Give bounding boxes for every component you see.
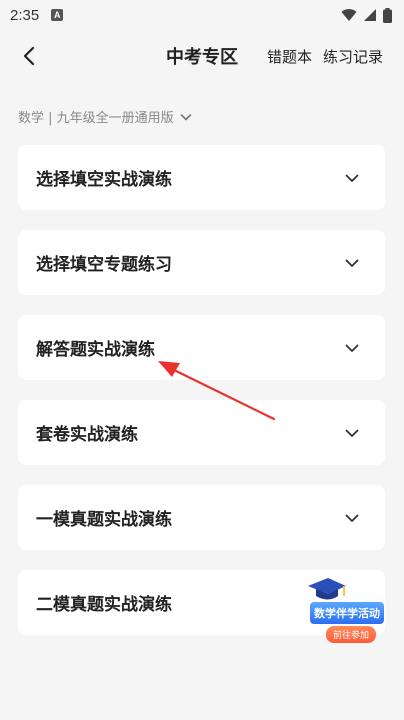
section-card-choice-fill-practice[interactable]: 选择填空实战演练 [18,145,385,210]
promo-join-button[interactable]: 前往参加 [326,626,377,643]
section-card-answer-questions[interactable]: 解答题实战演练 [18,315,385,380]
chevron-down-icon [345,429,359,437]
battery-icon [383,7,392,23]
subject-filter-dropdown[interactable]: 数学 | 九年级全一册通用版 [18,107,192,126]
signal-icon [364,9,376,21]
chevron-down-icon [180,113,191,120]
section-card-label: 一模真题实战演练 [36,510,172,530]
status-time: 2:35 [10,6,40,24]
notification-a-icon: A [51,9,64,21]
wifi-icon [341,9,357,21]
section-card-label: 选择填空专题练习 [36,255,172,275]
section-card-label: 解答题实战演练 [36,340,155,360]
promo-activity-badge[interactable]: 数学伴学活动 前往参加 [302,574,392,648]
subject-filter-label: 数学 | 九年级全一册通用版 [18,111,174,126]
status-left: 2:35 A [10,6,64,24]
chevron-down-icon [345,174,359,182]
section-card-first-mock[interactable]: 一模真题实战演练 [18,485,385,550]
section-card-full-paper[interactable]: 套卷实战演练 [18,400,385,465]
chevron-down-icon [345,344,359,352]
section-card-label: 选择填空实战演练 [36,170,172,190]
status-right [341,7,392,23]
back-arrow-icon[interactable] [18,44,42,68]
practice-record-link[interactable]: 练习记录 [323,46,383,67]
status-bar: 2:35 A [0,0,404,30]
section-card-label: 套卷实战演练 [36,425,138,445]
section-card-label: 二模真题实战演练 [36,595,172,615]
chevron-down-icon [345,514,359,522]
section-card-choice-fill-topic[interactable]: 选择填空专题练习 [18,230,385,295]
promo-title: 数学伴学活动 [308,600,386,626]
wrong-book-link[interactable]: 错题本 [267,46,312,67]
header: 中考专区 错题本 练习记录 [0,34,404,78]
chevron-down-icon [345,259,359,267]
